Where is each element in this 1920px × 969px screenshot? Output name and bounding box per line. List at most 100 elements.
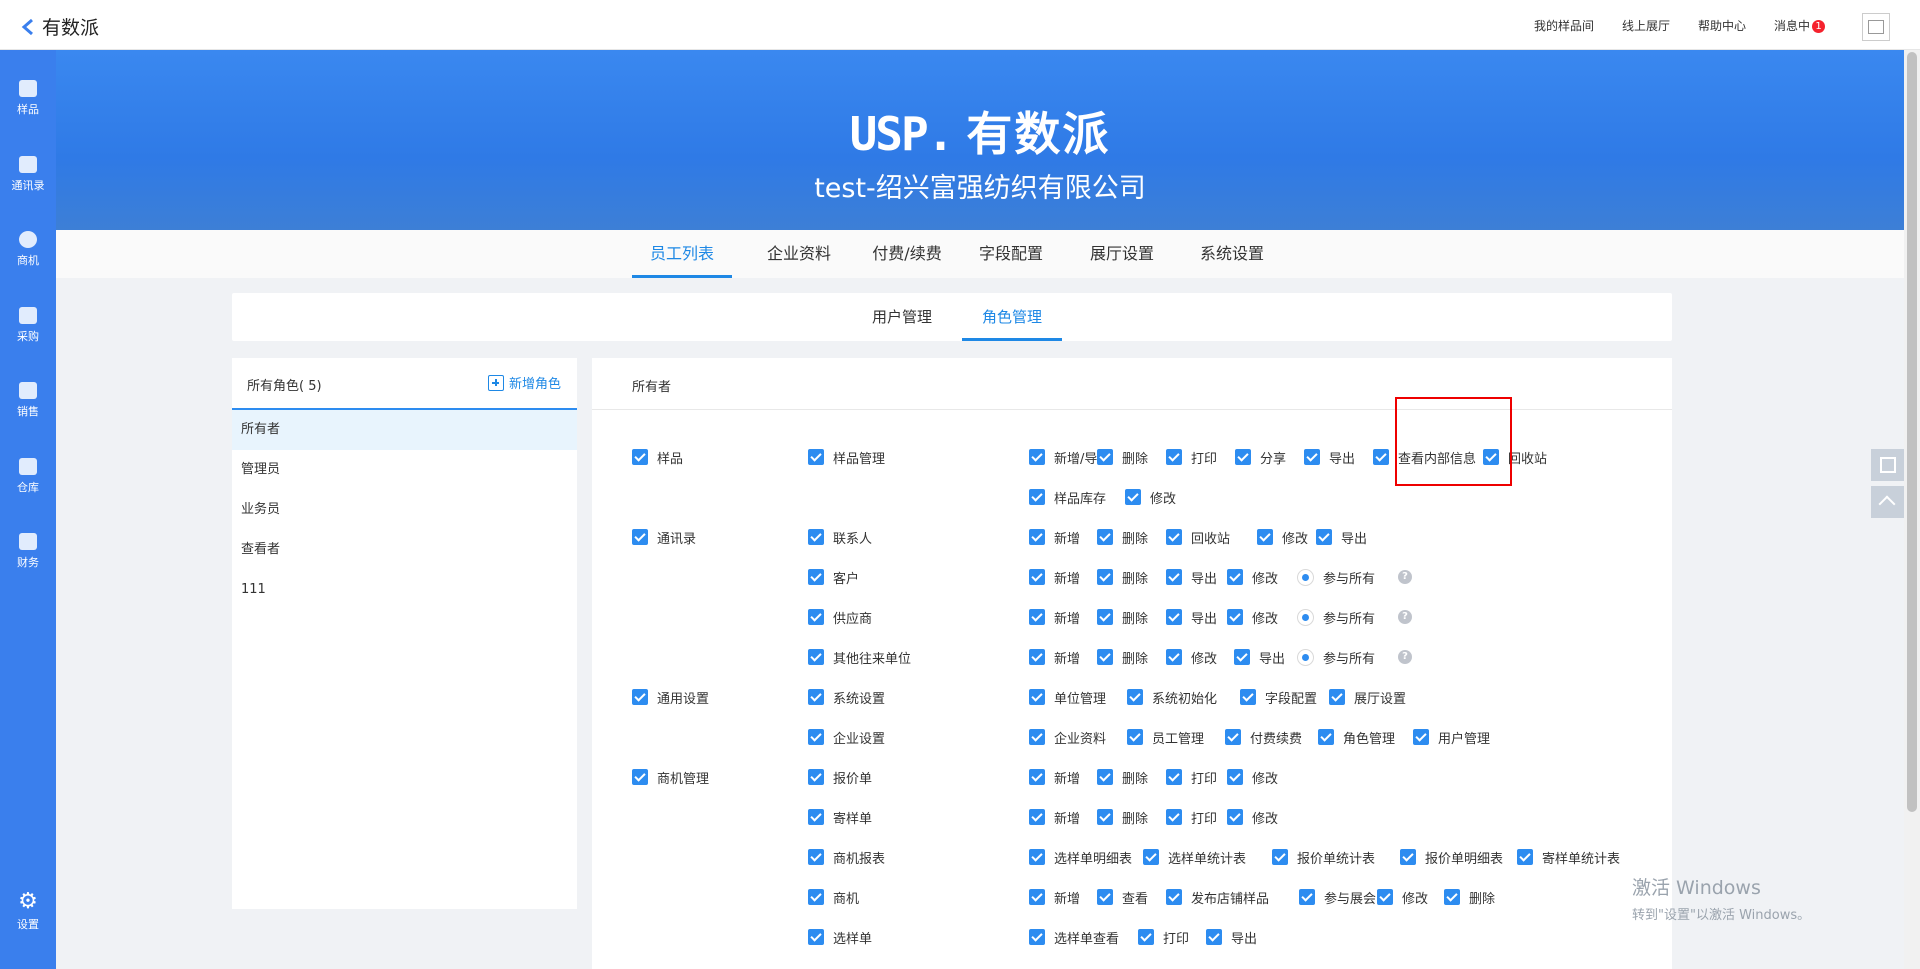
permission-checkbox[interactable]: 删除 [1097,568,1148,587]
sidebar-item-contacts[interactable]: 通讯录 [0,156,56,216]
permission-checkbox[interactable]: 新增 [1029,808,1080,827]
module-checkbox[interactable]: 通讯录 [632,528,696,547]
sidebar-item-sample[interactable]: 样品 [0,80,56,140]
permission-checkbox[interactable]: 展厅设置 [1329,688,1406,707]
module-checkbox[interactable]: 商机管理 [632,768,709,787]
permission-checkbox[interactable]: 修改 [1166,648,1217,667]
submodule-checkbox[interactable]: 客户 [808,568,859,587]
permission-checkbox[interactable]: 系统初始化 [1127,688,1217,707]
submodule-checkbox[interactable]: 其他往来单位 [808,648,911,667]
permission-checkbox[interactable]: 发布店铺样品 [1166,888,1269,907]
permission-checkbox[interactable]: 新增 [1029,888,1080,907]
tab-employee-list[interactable]: 员工列表 [632,230,732,278]
permission-checkbox[interactable]: 删除 [1097,768,1148,787]
permission-checkbox[interactable]: 新增 [1029,768,1080,787]
permission-checkbox[interactable]: 员工管理 [1127,728,1204,747]
help-icon[interactable]: ? [1398,650,1412,664]
permission-checkbox[interactable]: 打印 [1166,448,1217,467]
permission-checkbox[interactable]: 回收站 [1166,528,1230,547]
permission-checkbox[interactable]: 删除 [1097,808,1148,827]
sidebar-item-settings[interactable]: ⚙ 设置 [0,891,56,952]
permission-checkbox[interactable]: 导出 [1206,928,1257,947]
permission-checkbox[interactable]: 导出 [1166,608,1217,627]
tab-user-management[interactable]: 用户管理 [852,293,952,341]
permission-checkbox[interactable]: 修改 [1227,768,1278,787]
help-icon[interactable]: ? [1398,570,1412,584]
nav-online-showroom[interactable]: 线上展厅 [1622,17,1670,34]
permission-checkbox[interactable]: 删除 [1444,888,1495,907]
submodule-checkbox[interactable]: 系统设置 [808,688,885,707]
permission-checkbox[interactable]: 选样单明细表 [1029,848,1132,867]
submodule-checkbox[interactable]: 联系人 [808,528,872,547]
submodule-checkbox[interactable]: 商机报表 [808,848,885,867]
permission-checkbox[interactable]: 单位管理 [1029,688,1106,707]
participate-all-radio[interactable]: 参与所有 [1297,568,1375,587]
permission-checkbox[interactable]: 删除 [1097,608,1148,627]
permission-checkbox[interactable]: 修改 [1227,808,1278,827]
sidebar-item-warehouse[interactable]: 仓库 [0,458,56,518]
tab-showroom-settings[interactable]: 展厅设置 [1072,230,1172,278]
permission-checkbox[interactable]: 选样单查看 [1029,928,1119,947]
permission-checkbox[interactable]: 报价单统计表 [1272,848,1375,867]
back-to-top-button[interactable] [1871,486,1905,518]
submodule-checkbox[interactable]: 报价单 [808,768,872,787]
permission-checkbox[interactable]: 打印 [1138,928,1189,947]
permission-checkbox[interactable]: 回收站 [1483,448,1547,467]
module-checkbox[interactable]: 通用设置 [632,688,709,707]
module-checkbox[interactable]: 样品 [632,448,683,467]
permission-checkbox[interactable]: 选样单统计表 [1143,848,1246,867]
permission-checkbox[interactable]: 查看 [1097,888,1148,907]
permission-checkbox[interactable]: 寄样单统计表 [1517,848,1620,867]
permission-checkbox[interactable]: 新增 [1029,528,1080,547]
submodule-checkbox[interactable]: 企业设置 [808,728,885,747]
permission-checkbox[interactable]: 删除 [1097,448,1148,467]
tab-system-settings[interactable]: 系统设置 [1182,230,1282,278]
permission-checkbox[interactable]: 分享 [1235,448,1286,467]
permission-checkbox[interactable]: 导出 [1166,568,1217,587]
participate-all-radio[interactable]: 参与所有 [1297,608,1375,627]
participate-all-radio[interactable]: 参与所有 [1297,648,1375,667]
role-item-salesperson[interactable]: 业务员 [232,490,577,530]
permission-checkbox[interactable]: 修改 [1227,608,1278,627]
permission-checkbox[interactable]: 打印 [1166,808,1217,827]
permission-checkbox[interactable]: 参与展会 [1299,888,1376,907]
permission-checkbox[interactable]: 导出 [1316,528,1367,547]
permission-checkbox[interactable]: 修改 [1257,528,1308,547]
sidebar-item-sales[interactable]: 销售 [0,382,56,442]
nav-my-sample-room[interactable]: 我的样品间 [1534,17,1594,34]
permission-checkbox[interactable]: 修改 [1227,568,1278,587]
permission-checkbox[interactable]: 付费续费 [1225,728,1302,747]
permission-checkbox[interactable]: 修改 [1377,888,1428,907]
qr-code-button[interactable] [1871,449,1905,481]
permission-checkbox[interactable]: 新增 [1029,648,1080,667]
permission-checkbox[interactable]: 查看内部信息 [1373,448,1476,467]
permission-checkbox[interactable]: 导出 [1304,448,1355,467]
permission-checkbox[interactable]: 样品库存 [1029,488,1106,507]
sidebar-item-purchase[interactable]: 采购 [0,307,56,367]
scrollbar[interactable] [1904,50,1920,969]
nav-help-center[interactable]: 帮助中心 [1698,17,1746,34]
tab-payment[interactable]: 付费/续费 [852,230,962,278]
permission-checkbox[interactable]: 用户管理 [1413,728,1490,747]
permission-checkbox[interactable]: 新增 [1029,568,1080,587]
role-item-viewer[interactable]: 查看者 [232,530,577,570]
nav-messages[interactable]: 消息中 1 [1774,17,1825,34]
permission-checkbox[interactable]: 删除 [1097,648,1148,667]
permission-checkbox[interactable]: 修改 [1125,488,1176,507]
role-item-admin[interactable]: 管理员 [232,450,577,490]
submodule-checkbox[interactable]: 供应商 [808,608,872,627]
permission-checkbox[interactable]: 导出 [1234,648,1285,667]
role-item-owner[interactable]: 所有者 [232,410,577,450]
submodule-checkbox[interactable]: 商机 [808,888,859,907]
permission-checkbox[interactable]: 角色管理 [1318,728,1395,747]
sidebar-item-opportunity[interactable]: 商机 [0,231,56,291]
sidebar-item-finance[interactable]: 财务 [0,533,56,593]
tab-field-config[interactable]: 字段配置 [961,230,1061,278]
tab-company-profile[interactable]: 企业资料 [749,230,849,278]
add-role-button[interactable]: 新增角色 [487,373,561,392]
help-icon[interactable]: ? [1398,610,1412,624]
permission-checkbox[interactable]: 新增 [1029,608,1080,627]
tab-role-management[interactable]: 角色管理 [962,293,1062,341]
permission-checkbox[interactable]: 企业资料 [1029,728,1106,747]
permission-checkbox[interactable]: 报价单明细表 [1400,848,1503,867]
